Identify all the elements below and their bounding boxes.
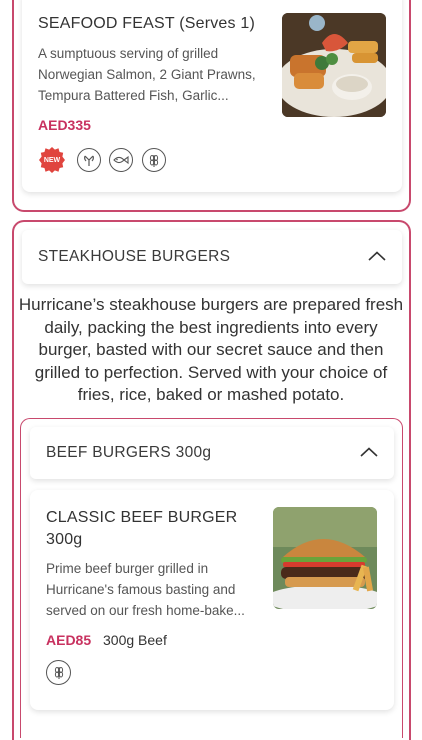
wheat-icon <box>142 148 166 172</box>
subcategory-accordion-header[interactable]: BEEF BURGERS 300g <box>30 427 394 479</box>
item-description: Prime beef burger grilled in Hurricane's… <box>46 561 245 618</box>
burger-photo <box>273 507 377 609</box>
chevron-up-icon <box>368 248 386 266</box>
menu-item-card-burger[interactable]: CLASSIC BEEF BURGER 300g Prime beef burg… <box>30 490 394 710</box>
wheat-icon <box>46 660 71 685</box>
menu-item-card-seafood[interactable]: SEAFOOD FEAST (Serves 1) A sumptuous ser… <box>22 0 402 192</box>
category-title: STEAKHOUSE BURGERS <box>38 248 231 265</box>
seafood-photo <box>282 13 386 117</box>
item-price: AED335 <box>38 117 91 133</box>
item-description: A sumptuous serving of grilled Norwegian… <box>38 46 256 103</box>
subcategory-title: BEEF BURGERS 300g <box>46 444 212 461</box>
category-description: Hurricane’s steakhouse burgers are prepa… <box>18 295 404 404</box>
item-price: AED85 <box>46 632 92 648</box>
chevron-up-icon <box>360 444 378 462</box>
item-title: CLASSIC BEEF BURGER 300g <box>46 509 238 548</box>
item-weight: 300g Beef <box>103 632 167 648</box>
shellfish-icon <box>77 148 101 172</box>
item-title: SEAFOOD FEAST (Serves 1) <box>38 15 255 32</box>
fish-icon <box>109 148 133 172</box>
new-badge: NEW <box>39 147 65 173</box>
category-accordion-header[interactable]: STEAKHOUSE BURGERS <box>22 230 402 284</box>
